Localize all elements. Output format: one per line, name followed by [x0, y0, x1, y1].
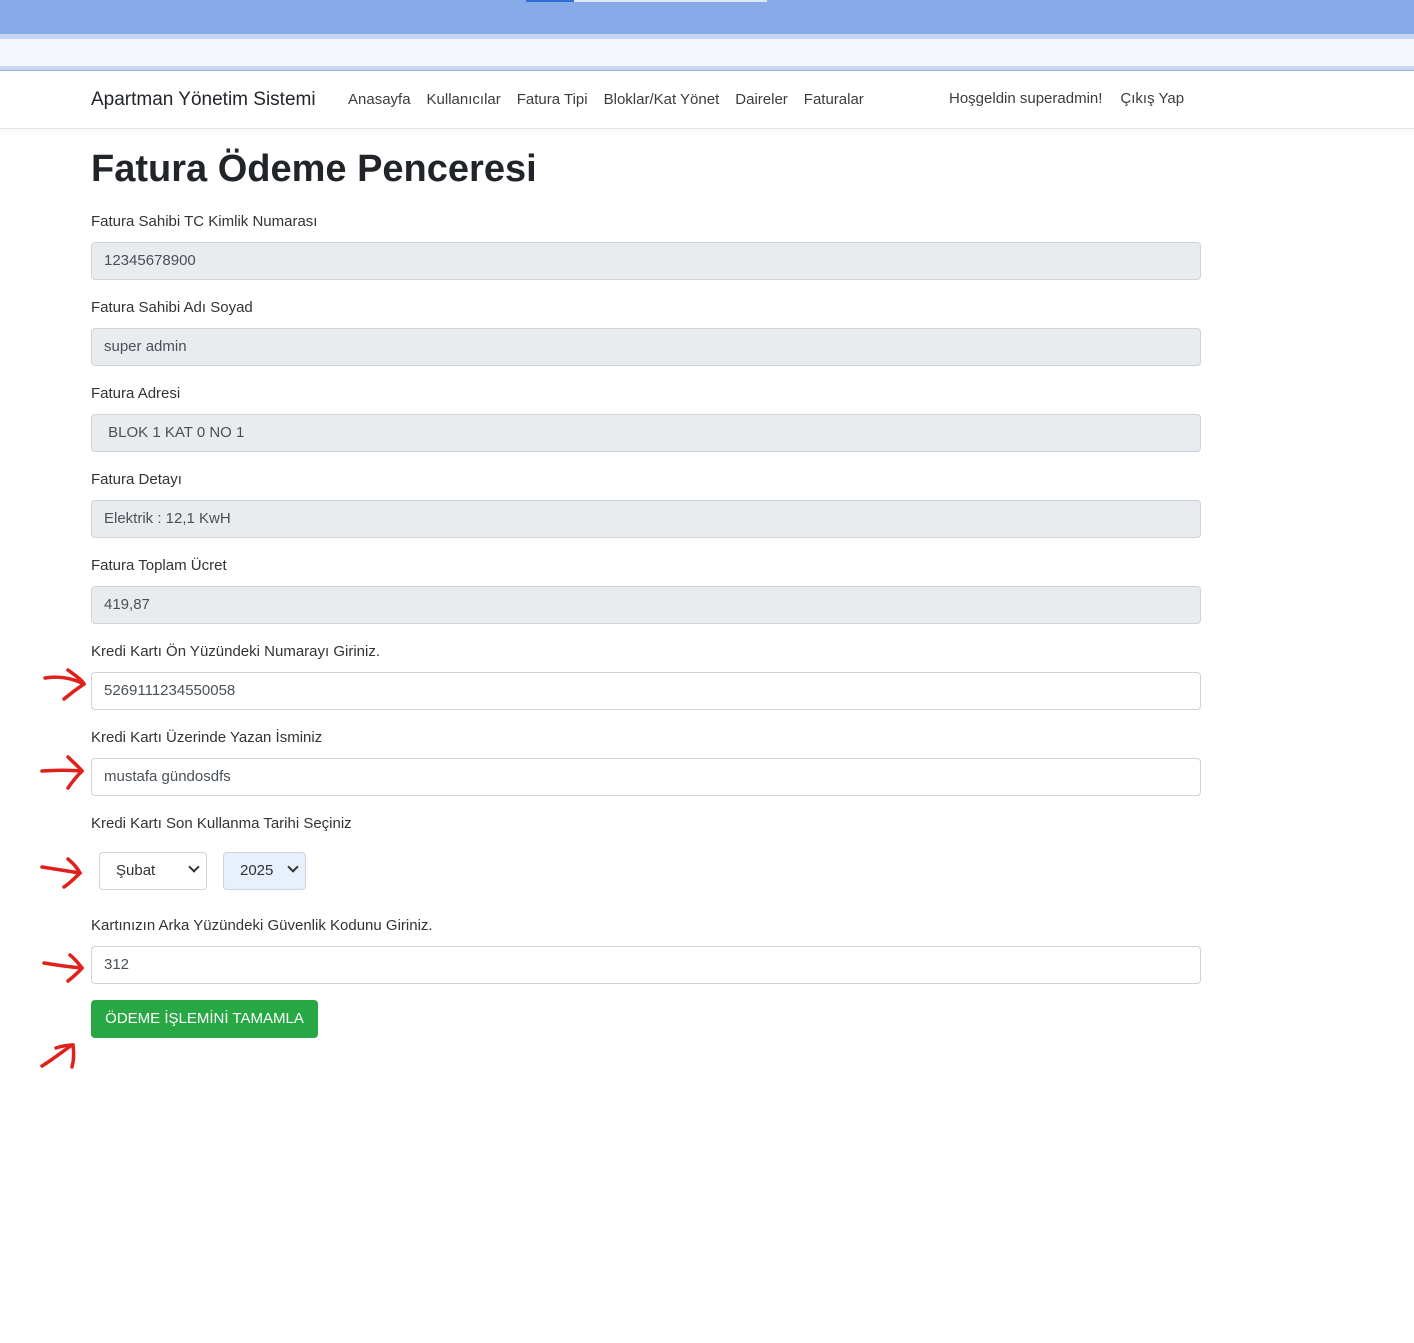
chevron-down-icon — [188, 861, 200, 873]
detail-field: Elektrik : 12,1 KwH — [91, 500, 1201, 538]
logout-link[interactable]: Çıkış Yap — [1120, 90, 1184, 107]
navbar-brand[interactable]: Apartman Yönetim Sistemi — [91, 89, 316, 111]
card-name-label: Kredi Kartı Üzerinde Yazan İsminiz — [91, 729, 323, 746]
total-label: Fatura Toplam Ücret — [91, 557, 227, 574]
address-label: Fatura Adresi — [91, 385, 181, 402]
expiry-month-select[interactable]: Şubat — [99, 852, 207, 890]
nav-link-faturalar[interactable]: Faturalar — [804, 91, 864, 108]
annotation-arrow-icon — [42, 953, 85, 983]
browser-toolbar — [0, 39, 1414, 66]
expiry-label: Kredi Kartı Son Kullanma Tarihi Seçiniz — [91, 815, 352, 832]
expiry-year-select[interactable]: 2025 — [223, 852, 306, 890]
owner-name-field: super admin — [91, 328, 1201, 366]
nav-link-kullanicilar[interactable]: Kullanıcılar — [427, 91, 501, 108]
owner-name-label: Fatura Sahibi Adı Soyad — [91, 299, 253, 316]
detail-label: Fatura Detayı — [91, 471, 182, 488]
annotation-arrow-icon — [40, 755, 85, 790]
nav-link-anasayfa[interactable]: Anasayfa — [348, 91, 411, 108]
expiry-month-value: Şubat — [116, 862, 156, 879]
tc-field: 12345678900 — [91, 242, 1201, 280]
browser-top-bar — [0, 0, 1414, 34]
chevron-down-icon — [287, 861, 299, 873]
complete-payment-button[interactable]: ÖDEME İŞLEMİNİ TAMAMLA — [91, 1000, 318, 1038]
nav-user-area: Hoşgeldin superadmin! Çıkış Yap — [949, 90, 1202, 107]
cvv-input[interactable]: 312 — [91, 946, 1201, 984]
address-field: BLOK 1 KAT 0 NO 1 — [91, 414, 1201, 452]
navbar: Apartman Yönetim Sistemi Anasayfa Kullan… — [0, 71, 1414, 129]
tc-label: Fatura Sahibi TC Kimlik Numarası — [91, 213, 318, 230]
nav-link-fatura-tipi[interactable]: Fatura Tipi — [517, 91, 588, 108]
annotation-arrow-icon — [40, 857, 83, 889]
page-title: Fatura Ödeme Penceresi — [91, 148, 537, 190]
card-name-input[interactable]: mustafa gündosdfs — [91, 758, 1201, 796]
nav-link-daireler[interactable]: Daireler — [735, 91, 788, 108]
total-field: 419,87 — [91, 586, 1201, 624]
expiry-year-value: 2025 — [240, 862, 274, 879]
card-number-label: Kredi Kartı Ön Yüzündeki Numarayı Girini… — [91, 643, 381, 660]
nav-links: Anasayfa Kullanıcılar Fatura Tipi Blokla… — [348, 91, 880, 108]
browser-tab-strip — [574, 0, 767, 2]
card-number-input[interactable]: 5269111234550058 — [91, 672, 1201, 710]
annotation-arrow-icon — [40, 1043, 76, 1069]
welcome-text: Hoşgeldin superadmin! — [949, 90, 1103, 107]
browser-tab-indicator — [526, 0, 574, 2]
cvv-label: Kartınızın Arka Yüzündeki Güvenlik Kodun… — [91, 917, 433, 934]
annotation-arrow-icon — [43, 668, 87, 701]
nav-link-bloklar[interactable]: Bloklar/Kat Yönet — [604, 91, 720, 108]
